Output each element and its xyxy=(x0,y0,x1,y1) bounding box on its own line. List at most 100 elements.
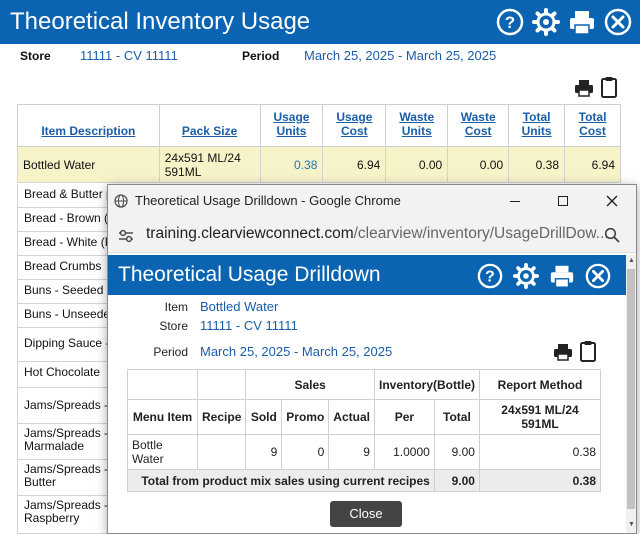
item-label: Item xyxy=(164,300,188,314)
print-icon[interactable] xyxy=(568,8,596,36)
column-header-report: 24x591 ML/24 591ML xyxy=(478,399,602,435)
list-item: Jams/Spreads - Marmalade xyxy=(17,424,109,460)
per: 1.0000 xyxy=(373,434,435,470)
group-header-report-method: Report Method xyxy=(478,369,602,400)
group-header-inventory: Inventory(Bottle) xyxy=(373,369,480,400)
clipboard-icon[interactable] xyxy=(600,76,618,98)
minimize-button[interactable] xyxy=(510,201,520,202)
list-item: Bread Crumbs xyxy=(17,256,109,280)
scrollbar-thumb[interactable] xyxy=(627,269,635,509)
actual: 9 xyxy=(328,434,375,470)
app-header: Theoretical Inventory Usage ? xyxy=(0,0,640,44)
store-label: Store xyxy=(20,49,51,63)
close-icon[interactable] xyxy=(604,8,632,36)
list-item: Dipping Sauce - xyxy=(17,328,109,362)
column-header-total: Total xyxy=(433,399,480,435)
help-icon[interactable]: ? xyxy=(496,8,524,36)
table-row: Bottle Water 9 0 9 1.0000 9.00 0.38 xyxy=(126,434,602,470)
period-value: March 25, 2025 - March 25, 2025 xyxy=(200,344,393,359)
globe-icon xyxy=(114,194,128,208)
usage-units-link[interactable]: 0.38 xyxy=(259,146,324,183)
url-text[interactable]: training.clearviewconnect.com/clearview/… xyxy=(146,225,609,243)
group-header-empty xyxy=(126,369,199,400)
waste-cost: 0.00 xyxy=(447,146,510,183)
total-cost: 6.94 xyxy=(564,146,621,183)
list-item: Buns - Seeded xyxy=(17,280,109,304)
total-report: 0.38 xyxy=(478,469,602,492)
gear-icon[interactable] xyxy=(513,263,539,289)
usage-cost: 6.94 xyxy=(322,146,387,183)
table-row: Bottled Water 24x591 ML/24 591ML 0.38 6.… xyxy=(17,146,621,183)
drilldown-window: Theoretical Usage Drilldown - Google Chr… xyxy=(107,184,637,534)
list-item: Jams/Spreads - I xyxy=(17,388,109,424)
period-label: Period xyxy=(153,345,188,359)
menu-item: Bottle Water xyxy=(126,434,199,470)
column-header-menu-item: Menu Item xyxy=(126,399,199,435)
column-header-usage-units[interactable]: Usage Units xyxy=(259,104,324,147)
column-header-per: Per xyxy=(373,399,435,435)
print-icon[interactable] xyxy=(553,343,573,361)
group-header-sales: Sales xyxy=(245,369,375,400)
store-value: 11111 - CV 11111 xyxy=(200,318,298,333)
window-titlebar: Theoretical Usage Drilldown - Google Chr… xyxy=(108,185,636,217)
list-item: Bread & Butter p xyxy=(17,184,109,208)
list-item: Bread - Brown (fr xyxy=(17,208,109,232)
group-header-empty xyxy=(197,369,247,400)
close-button[interactable]: Close xyxy=(330,501,402,527)
item-value: Bottled Water xyxy=(200,299,279,314)
svg-text:?: ? xyxy=(505,13,515,32)
report-value: 0.38 xyxy=(478,434,602,470)
store-value: 11111 - CV 11111 xyxy=(80,48,178,63)
recipe xyxy=(197,434,247,470)
pack-size: 24x591 ML/24 591ML xyxy=(158,146,261,183)
column-header-recipe: Recipe xyxy=(197,399,247,435)
column-header-total-units[interactable]: Total Units xyxy=(508,104,566,147)
scrollbar[interactable]: ▲ ▼ xyxy=(626,255,636,533)
drilldown-title: Theoretical Usage Drilldown xyxy=(118,263,381,286)
list-item: Buns - Unseeded xyxy=(17,304,109,328)
list-item: Jams/Spreads - Raspberry xyxy=(17,496,109,534)
list-item: Hot Chocolate xyxy=(17,362,109,388)
column-header-promo: Promo xyxy=(281,399,330,435)
print-icon[interactable] xyxy=(549,263,575,289)
store-label: Store xyxy=(159,319,188,333)
drilldown-header: Theoretical Usage Drilldown ? xyxy=(108,255,626,295)
clipboard-icon[interactable] xyxy=(579,340,597,362)
drilldown-table: Sales Inventory(Bottle) Report Method Me… xyxy=(126,369,602,492)
sold: 9 xyxy=(245,434,283,470)
address-bar[interactable]: training.clearviewconnect.com/clearview/… xyxy=(108,217,636,253)
maximize-button[interactable] xyxy=(558,196,568,206)
item-description: Bottled Water xyxy=(17,146,160,183)
period-value: March 25, 2025 - March 25, 2025 xyxy=(304,48,497,63)
column-header-usage-cost[interactable]: Usage Cost xyxy=(322,104,387,147)
window-title: Theoretical Usage Drilldown - Google Chr… xyxy=(135,193,401,208)
total-row: Total from product mix sales using curre… xyxy=(127,469,602,492)
scroll-up-icon[interactable]: ▲ xyxy=(628,257,635,264)
print-icon[interactable] xyxy=(574,79,594,97)
gear-icon[interactable] xyxy=(532,8,560,36)
scroll-down-icon[interactable]: ▼ xyxy=(628,521,635,528)
promo: 0 xyxy=(281,434,330,470)
page-title: Theoretical Inventory Usage xyxy=(10,8,311,35)
period-label: Period xyxy=(242,49,280,63)
total-label: Total from product mix sales using curre… xyxy=(127,469,435,492)
total-inventory: 9.00 xyxy=(433,469,480,492)
site-settings-icon[interactable] xyxy=(118,229,134,243)
column-header-pack-size[interactable]: Pack Size xyxy=(158,104,261,147)
column-header-actual: Actual xyxy=(328,399,375,435)
help-icon[interactable]: ? xyxy=(477,263,503,289)
column-header-sold: Sold xyxy=(245,399,283,435)
list-item: Jams/Spreads - Butter xyxy=(17,460,109,496)
column-header-item-description[interactable]: Item Description xyxy=(17,104,160,147)
close-icon[interactable] xyxy=(585,263,611,289)
total-units: 0.38 xyxy=(508,146,566,183)
column-header-total-cost[interactable]: Total Cost xyxy=(564,104,621,147)
zoom-icon[interactable] xyxy=(604,227,620,243)
column-header-waste-units[interactable]: Waste Units xyxy=(385,104,449,147)
window-close-button[interactable] xyxy=(606,195,618,207)
waste-units: 0.00 xyxy=(385,146,449,183)
column-header-waste-cost[interactable]: Waste Cost xyxy=(447,104,510,147)
total: 9.00 xyxy=(433,434,480,470)
inventory-table: Item Description Pack Size Usage Units Us… xyxy=(17,104,621,183)
list-item: Bread - White (Fr xyxy=(17,232,109,256)
